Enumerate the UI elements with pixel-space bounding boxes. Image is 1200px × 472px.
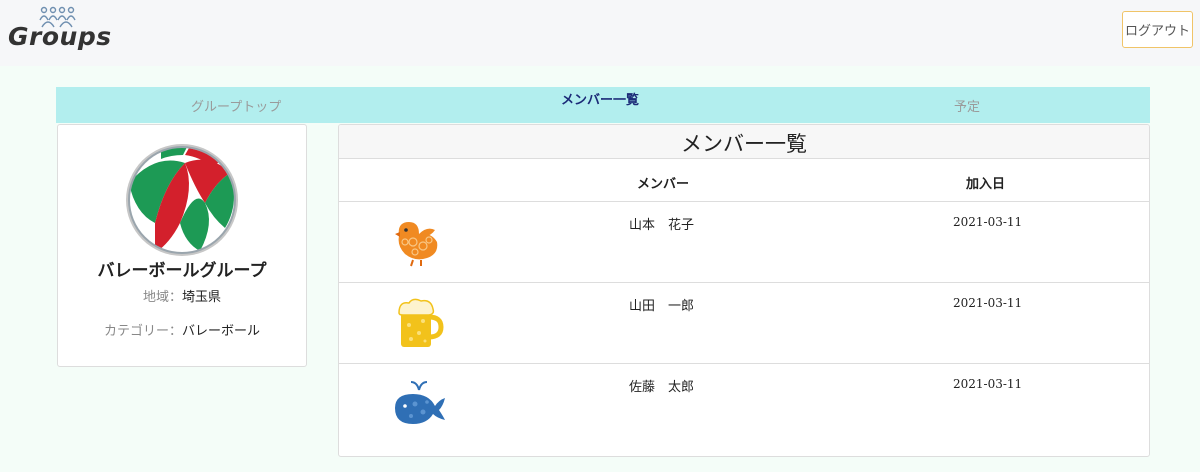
whale-icon [395,381,445,424]
volleyball-icon [126,144,238,256]
column-header-joined: 加入日 [966,177,1006,192]
tab-schedule[interactable]: 予定 [954,96,980,115]
member-joined-date: 2021-03-11 [953,377,1023,391]
panel-title: メンバー一覧 [339,125,1149,159]
column-header-member: メンバー [637,177,690,192]
logo-text: Groups [8,22,112,51]
bird-icon [395,222,438,267]
member-joined-date: 2021-03-11 [953,215,1023,229]
app-header: Groups ログアウト [0,0,1200,66]
group-category: カテゴリー：バレーボール [58,320,306,339]
member-row[interactable]: 山田 一郎 2021-03-11 [339,283,1149,364]
member-row[interactable]: 山本 花子 2021-03-11 [339,202,1149,283]
group-region: 地域：埼玉県 [58,286,306,305]
logo[interactable]: Groups [8,6,111,56]
logout-button[interactable]: ログアウト [1122,11,1193,48]
tab-group-top[interactable]: グループトップ [191,96,281,115]
member-name[interactable]: 佐藤 太郎 [629,376,694,395]
category-label: カテゴリー： [103,324,182,339]
member-list-panel: メンバー一覧 メンバー 加入日 山本 花子 2021-03-11 山田 一郎 2… [338,124,1150,457]
category-value: バレーボール [182,324,261,339]
region-label: 地域： [142,290,182,305]
region-value: 埼玉県 [182,290,222,305]
group-name: バレーボールグループ [97,261,267,281]
member-name[interactable]: 山本 花子 [629,214,694,233]
member-row[interactable]: 佐藤 太郎 2021-03-11 [339,364,1149,445]
member-joined-date: 2021-03-11 [953,296,1023,310]
tab-member-list[interactable]: メンバー一覧 [561,89,639,108]
group-profile-card: バレーボールグループ 地域：埼玉県 カテゴリー：バレーボール [57,124,307,367]
group-tabs: グループトップ メンバー一覧 予定 [56,87,1150,123]
member-name[interactable]: 山田 一郎 [629,295,694,314]
beer-icon [398,298,444,347]
